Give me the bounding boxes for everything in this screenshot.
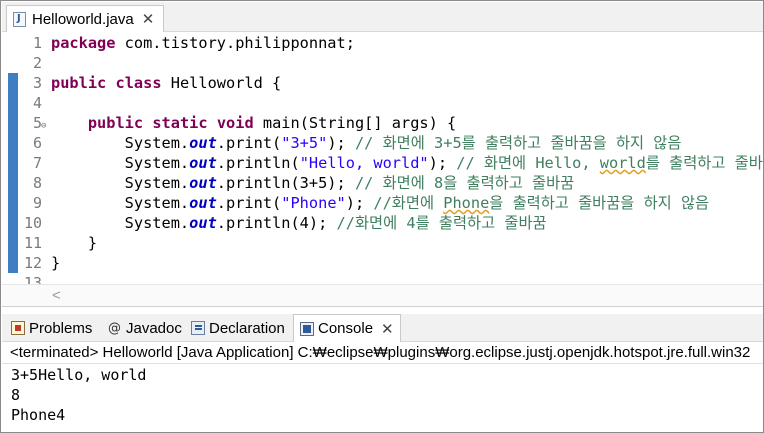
tab-declaration[interactable]: Declaration	[191, 314, 285, 342]
declaration-icon	[191, 321, 205, 335]
tab-console-label: Console	[318, 320, 374, 337]
bottom-panel-tabs: Problems @ Javadoc Declaration Console ✕	[2, 314, 763, 342]
java-file-icon	[13, 11, 26, 27]
eclipse-window: Helloworld.java ✕ 1 package com.tistory.p…	[0, 0, 764, 433]
line-number: 10	[23, 214, 42, 232]
code-text: package com.tistory.philipponnat;	[51, 34, 355, 52]
tab-problems[interactable]: Problems	[11, 314, 92, 342]
code-text: public class Helloworld {	[51, 74, 282, 92]
editor-tab-helloworld[interactable]: Helloworld.java ✕	[6, 5, 164, 32]
line-number: 12	[23, 254, 42, 272]
line-number: 3	[32, 74, 42, 92]
line-number: 13	[23, 274, 42, 284]
console-icon	[300, 321, 314, 336]
scroll-left-icon[interactable]: <	[52, 287, 61, 304]
problems-icon	[11, 321, 25, 335]
code-text: System.out.print("Phone"); //화면에 Phone을 …	[51, 194, 710, 212]
tab-console[interactable]: Console ✕	[293, 314, 401, 342]
close-icon[interactable]: ✕	[142, 10, 155, 28]
code-text: System.out.println(4); //화면에 4를 출력하고 줄바꿈	[51, 214, 547, 232]
code-text: System.out.print("3+5"); // 화면에 3+5를 출력하…	[51, 134, 682, 152]
console-output-line: 3+5Hello, world	[11, 366, 147, 384]
code-text: System.out.println("Hello, world"); // 화…	[51, 154, 763, 172]
javadoc-icon: @	[108, 321, 121, 336]
code-text: }	[51, 234, 98, 252]
line-number: 9	[32, 194, 42, 212]
tab-javadoc[interactable]: @ Javadoc	[108, 314, 182, 342]
editor-tab-bar: Helloworld.java ✕	[2, 2, 763, 32]
tab-declaration-label: Declaration	[209, 319, 285, 337]
change-marker-bar	[8, 73, 18, 273]
tab-problems-label: Problems	[29, 319, 93, 337]
line-number: 1	[32, 34, 42, 52]
horizontal-scrollbar[interactable]: <	[2, 284, 763, 307]
line-number: 6	[32, 134, 42, 152]
line-number: 5	[32, 114, 42, 132]
line-number: 2	[32, 54, 42, 72]
code-text: }	[51, 254, 61, 272]
console-status: <terminated> Helloworld [Java Applicatio…	[2, 342, 763, 364]
line-number: 7	[32, 154, 42, 172]
close-icon[interactable]: ✕	[381, 320, 394, 338]
console-output-line: Phone4	[11, 406, 66, 424]
tab-javadoc-label: Javadoc	[126, 319, 182, 337]
line-number: 8	[32, 174, 42, 192]
code-text: System.out.println(3+5); // 화면에 8을 출력하고 …	[51, 174, 575, 192]
code-text: public static void main(String[] args) {	[87, 114, 457, 132]
editor-tab-label: Helloworld.java	[32, 10, 134, 28]
console-output[interactable]: 3+5Hello, world 8 Phone4	[2, 364, 763, 432]
line-number: 4	[32, 94, 42, 112]
line-number: 11	[23, 234, 42, 252]
console-output-line: 8	[11, 386, 21, 404]
code-editor[interactable]: 1 package com.tistory.philipponnat; 2 3 publ…	[2, 32, 763, 284]
